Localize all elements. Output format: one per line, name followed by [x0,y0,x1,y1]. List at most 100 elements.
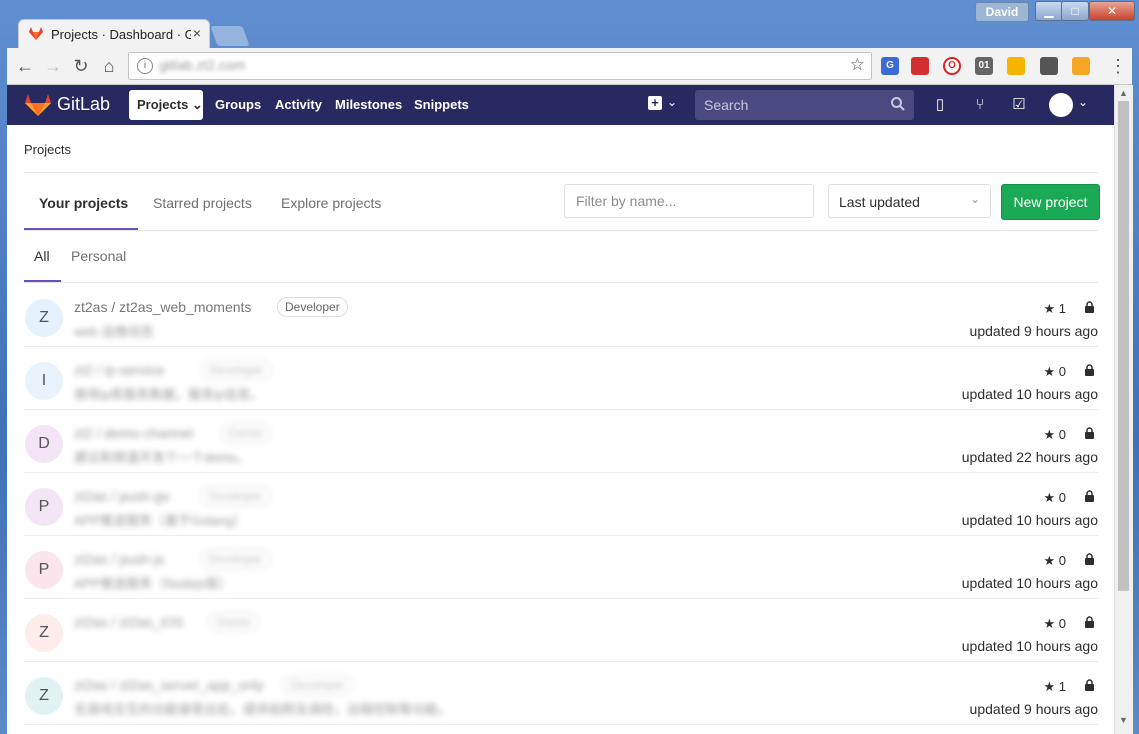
project-avatar[interactable]: I [25,362,63,400]
tab-close-icon[interactable]: × [193,25,201,41]
project-description: APP推送服务（基于Golang） [74,510,246,529]
chevron-down-icon[interactable]: ⌄ [1078,95,1088,109]
extension-opera-icon[interactable]: O [943,57,961,75]
new-tab-button[interactable] [210,26,250,46]
star-count-value: 1 [1058,679,1066,694]
back-arrow-icon[interactable]: ← [13,54,37,78]
project-name-text[interactable]: zt2as / push-go [74,488,170,504]
search-placeholder: Search [704,97,749,113]
vertical-scrollbar[interactable]: ▲ ▼ [1114,85,1133,734]
project-description-text: APP推送服务（基于Golang） [74,513,246,528]
access-level-badge: Developer [277,297,348,317]
star-icon: ★ [1043,490,1056,505]
project-row[interactable]: Pzt2as / push-js Developer APP推送服务（Nodejs版… [24,535,1098,599]
project-row[interactable]: Zzt2as / zt2as_web_moments Developer web 运… [24,283,1098,347]
reload-icon[interactable]: ↻ [69,54,93,78]
star-count-value: 0 [1058,364,1066,379]
scroll-down-icon[interactable]: ▼ [1119,715,1128,725]
project-avatar[interactable]: P [25,551,63,589]
project-name-text[interactable]: zt2as / zt2as_iOS [74,614,184,630]
access-level-badge: Developer [282,675,353,695]
profile-badge[interactable]: David [975,2,1029,22]
tab-your-projects[interactable]: Your projects [39,195,128,211]
filter-placeholder: Filter by name... [576,193,677,209]
project-avatar[interactable]: Z [25,614,63,652]
extension-evernote-icon[interactable] [1040,57,1058,75]
project-row[interactable]: Zzt2as / zt2as_server_app_only Developer 无… [24,661,1098,725]
new-item-plus-icon[interactable]: + [648,96,662,110]
extension-red-icon[interactable] [911,57,929,75]
star-count-value: 0 [1058,553,1066,568]
star-count: ★ 0 [1043,616,1066,632]
forward-arrow-icon[interactable]: → [41,54,65,78]
project-row[interactable]: Zzt2as / zt2as_iOS Owner ★ 0 updated 10 hou… [24,598,1098,662]
star-count: ★ 1 [1043,679,1066,695]
gitlab-logo-text[interactable]: GitLab [57,94,110,115]
extension-grid-icon[interactable] [1007,57,1025,75]
lock-icon [1085,679,1094,691]
project-avatar[interactable]: P [25,488,63,526]
tab-explore-projects[interactable]: Explore projects [281,195,381,211]
search-input[interactable]: Search [695,90,914,120]
merge-requests-icon[interactable]: ⑂ [970,95,990,115]
project-name[interactable]: zt2as / zt2as_server_app_only [74,677,264,693]
project-name[interactable]: zt2as / zt2as_iOS [74,614,184,630]
lock-icon [1085,301,1094,313]
updated-time: updated 10 hours ago [961,512,1098,528]
filter-by-name-input[interactable]: Filter by name... [564,184,814,218]
project-name-text[interactable]: zt2as / push-js [74,551,164,567]
project-name[interactable]: zt2as / push-js [74,551,164,567]
project-row[interactable]: Dzt2 / demo-channel Owner 建议和频道开发个一个demo。 ★… [24,409,1098,473]
project-name-text[interactable]: zt2 / demo-channel [74,425,193,441]
updated-time: updated 10 hours ago [961,386,1098,402]
project-name-text[interactable]: zt2as / zt2as_web_moments [74,299,251,315]
scroll-up-icon[interactable]: ▲ [1119,88,1128,98]
nav-activity[interactable]: Activity [275,97,322,112]
star-count: ★ 0 [1043,427,1066,443]
project-name[interactable]: zt2 / demo-channel [74,425,193,441]
gitlab-logo-icon[interactable] [25,94,51,116]
gitlab-favicon-icon [29,27,43,40]
extension-orange-icon[interactable] [1072,57,1090,75]
project-avatar[interactable]: Z [25,677,63,715]
subtab-all[interactable]: All [34,248,50,264]
browser-tab[interactable]: Projects · Dashboard · G × [18,19,210,49]
address-bar[interactable]: i gitlab.zt2.com ☆ [128,52,872,80]
nav-snippets[interactable]: Snippets [414,97,469,112]
project-name-text[interactable]: zt2 / ip-service [74,362,164,378]
sort-dropdown[interactable]: Last updated ⌄ [828,184,991,218]
access-level-badge: Developer [200,549,271,569]
project-avatar[interactable]: D [25,425,63,463]
subtab-personal[interactable]: Personal [71,248,126,264]
scrollbar-thumb[interactable] [1118,101,1129,591]
project-name[interactable]: zt2 / ip-service [74,362,164,378]
home-icon[interactable]: ⌂ [97,54,121,78]
new-project-button[interactable]: New project [1001,184,1100,220]
updated-time: updated 9 hours ago [969,701,1098,717]
project-row[interactable]: Pzt2as / push-go Developer APP推送服务（基于Golan… [24,472,1098,536]
chevron-down-icon[interactable]: ⌄ [667,95,677,109]
user-avatar[interactable] [1049,93,1073,117]
maximize-button[interactable]: □ [1061,1,1089,21]
todos-icon[interactable]: ☑ [1009,95,1029,115]
tab-starred-projects[interactable]: Starred projects [153,195,252,211]
project-row[interactable]: Izt2 / ip-service Developer 使用ip库服务数据，服务ip… [24,346,1098,410]
project-name-text[interactable]: zt2as / zt2as_server_app_only [74,677,264,693]
project-avatar[interactable]: Z [25,299,63,337]
extension-01-icon[interactable]: 01 [975,57,993,75]
bookmark-star-icon[interactable]: ☆ [850,55,865,75]
access-level-badge: Developer [201,360,272,380]
extension-translate-icon[interactable]: G [881,57,899,75]
star-count-value: 1 [1058,301,1066,316]
project-name[interactable]: zt2as / push-go [74,488,170,504]
nav-milestones[interactable]: Milestones [335,97,402,112]
browser-menu-icon[interactable]: ⋮ [1109,56,1127,77]
minimize-button[interactable]: ▁ [1035,1,1063,21]
breadcrumb[interactable]: Projects [24,142,71,157]
info-icon[interactable]: i [137,58,153,74]
close-window-button[interactable]: ✕ [1089,1,1135,21]
issues-icon[interactable]: ▯ [930,95,950,115]
nav-groups[interactable]: Groups [215,97,261,112]
nav-projects-dropdown[interactable]: Projects ⌄ [129,90,203,120]
project-name[interactable]: zt2as / zt2as_web_moments [74,299,251,315]
